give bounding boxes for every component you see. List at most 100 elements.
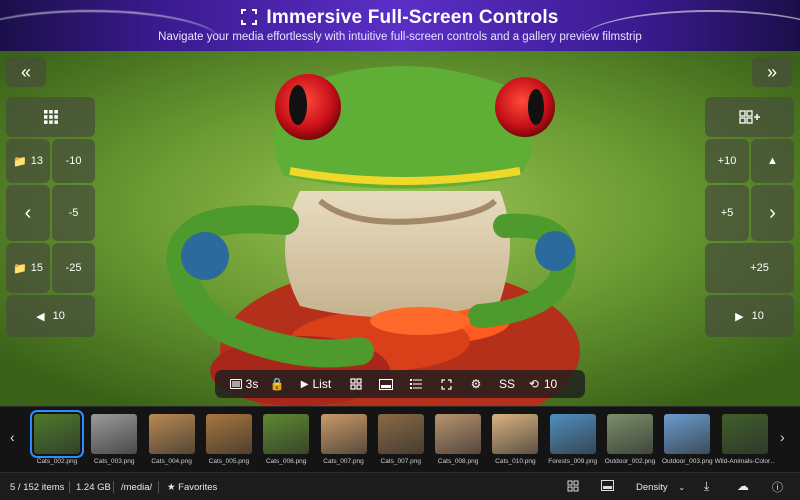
thumbnail-label: Forests_009.png — [548, 458, 598, 465]
favorites-link[interactable]: ★ Favorites — [167, 482, 217, 493]
play-forward-button[interactable]: ▶ 10 — [705, 295, 794, 337]
thumbnail-label: Cats_008.png — [437, 458, 479, 465]
filmstrip-thumbnail[interactable] — [492, 414, 539, 454]
thumbnail-label: Outdoor_003.png — [661, 458, 713, 465]
download-button[interactable]: ⤓ — [704, 479, 709, 494]
grid-view-toggle[interactable] — [341, 370, 371, 398]
filmstrip-thumbnail[interactable] — [30, 410, 84, 458]
filmstrip-thumbnail[interactable] — [721, 414, 768, 454]
next-button[interactable]: » — [752, 57, 792, 87]
grid-plus-icon — [738, 110, 760, 124]
density-select[interactable]: Density ⌄ — [636, 482, 685, 493]
grid-icon — [43, 110, 58, 124]
settings-button[interactable]: ⚙ — [461, 370, 491, 398]
grid-view-status-button[interactable] — [567, 480, 579, 495]
filmstrip-icon — [601, 480, 614, 491]
folder-icon: 📁 — [13, 262, 27, 275]
star-icon: ★ — [167, 482, 176, 493]
banner-title-text: Immersive Full-Screen Controls — [266, 7, 559, 28]
chevron-right-icon: › — [769, 201, 776, 224]
next-image-button[interactable]: › — [751, 185, 794, 241]
interval-label: 3s — [245, 377, 259, 391]
triangle-up-icon: ▲ — [767, 155, 778, 167]
play-reverse-button[interactable]: ◀ 10 — [6, 295, 95, 337]
folder-count: 13 — [30, 155, 43, 167]
list-label: List — [312, 377, 332, 391]
step-label: +25 — [750, 262, 769, 274]
jump-forward-5-button[interactable]: +5 — [705, 185, 749, 241]
fullscreen-button[interactable] — [431, 370, 461, 398]
jump-back-5-button[interactable]: -5 — [52, 185, 95, 241]
chevron-left-icon: ‹ — [24, 201, 32, 224]
filmstrip-thumbnail[interactable] — [320, 414, 367, 454]
filmstrip-thumbnail[interactable] — [91, 414, 138, 454]
filmstrip-thumbnail[interactable] — [664, 414, 711, 454]
step-label: -10 — [65, 155, 82, 167]
add-grid-button[interactable] — [705, 97, 794, 137]
grid-view-button[interactable] — [6, 97, 95, 137]
lock-button[interactable]: 🔒 — [263, 370, 291, 398]
total-size: 1.24 GB — [76, 482, 111, 493]
repeat-icon: ⟲ — [528, 377, 539, 391]
next-folder-button[interactable]: 📁 15 — [6, 243, 50, 293]
filmstrip-thumbnail[interactable] — [607, 414, 653, 454]
divider — [158, 481, 159, 493]
filmstrip-next-button[interactable]: › — [780, 429, 785, 445]
filmstrip-toggle[interactable] — [371, 370, 401, 398]
thumbnail-label: Cats_007.png — [323, 458, 364, 465]
jump-forward-10-button[interactable]: +10 — [705, 139, 749, 183]
scroll-up-button[interactable]: ▲ — [751, 139, 794, 183]
list-view-toggle[interactable] — [401, 370, 431, 398]
jump-back-10-button[interactable]: -10 — [52, 139, 95, 183]
thumbnail-label: Cats_007.png — [380, 458, 422, 465]
slideshow-interval-button[interactable]: 3s — [225, 370, 263, 398]
double-chevron-right-icon: » — [766, 61, 777, 82]
prev-folder-button[interactable]: 📁 13 — [6, 139, 50, 183]
banner-title: Immersive Full-Screen Controls — [0, 7, 800, 29]
filmstrip-thumbnail[interactable] — [435, 414, 482, 454]
divider — [113, 481, 114, 493]
density-label: Density — [636, 482, 668, 493]
item-count: 5 / 152 items — [10, 482, 65, 493]
filmstrip-thumbnail[interactable] — [205, 414, 252, 454]
expand-icon — [440, 378, 452, 390]
list-icon — [410, 379, 422, 389]
banner-subtitle: Navigate your media effortlessly with in… — [158, 31, 642, 43]
photo-viewer[interactable]: « 📁 13 -10 ‹ -5 📁 15 -25 ◀ 10 » +10 ▲ +5 › … — [0, 51, 800, 406]
filmstrip-thumbnail[interactable] — [148, 414, 195, 454]
double-chevron-left-icon: « — [20, 61, 31, 82]
thumbnail-label: Cats_010.png — [495, 458, 536, 465]
filmstrip-thumbnail[interactable] — [549, 414, 596, 454]
chevron-down-icon: ⌄ — [678, 483, 686, 492]
info-icon: ⓘ — [772, 482, 783, 494]
gallery-filmstrip: ‹ Cats_002.png Cats_003.png Cats_004.png Ca… — [0, 406, 800, 472]
thumbnail-label: Cats_005.png — [208, 458, 250, 465]
step-label: +5 — [720, 207, 734, 219]
lock-icon: 🔒 — [269, 377, 285, 391]
slideshow-icon — [229, 379, 242, 389]
list-button[interactable]: ▶ List — [291, 370, 341, 398]
feature-banner: Immersive Full-Screen Controls Navigate … — [0, 0, 800, 51]
status-bar: 5 / 152 items 1.24 GB /media/ ★ Favorite… — [0, 472, 800, 500]
current-path[interactable]: /media/ — [121, 482, 152, 493]
filmstrip-thumbnail[interactable] — [377, 414, 424, 454]
play-count: 10 — [751, 310, 764, 322]
filmstrip-status-button[interactable] — [601, 480, 614, 494]
thumbnail-label: Wild-Animals-Color… — [714, 458, 775, 465]
step-label: -5 — [68, 207, 79, 219]
prev-image-button[interactable]: ‹ — [6, 185, 50, 241]
filmstrip-thumbnail[interactable] — [263, 414, 310, 454]
divider — [69, 481, 70, 493]
download-icon: ⤓ — [704, 479, 710, 493]
repeat-button[interactable]: ⟲ 10 — [523, 370, 563, 398]
jump-back-25-button[interactable]: -25 — [52, 243, 95, 293]
upload-button[interactable]: ☁ — [737, 479, 749, 493]
jump-forward-25-button[interactable]: +25 — [705, 243, 794, 293]
thumbnail-label: Cats_003.png — [94, 458, 135, 465]
previous-button[interactable]: « — [6, 57, 46, 87]
info-button[interactable]: ⓘ — [772, 479, 783, 495]
thumbnail-label: Outdoor_002.png — [604, 458, 656, 465]
filmstrip-prev-button[interactable]: ‹ — [10, 429, 15, 445]
screenshot-button[interactable]: SS — [491, 370, 523, 398]
thumbnail-label: Cats_002.png — [36, 458, 78, 465]
